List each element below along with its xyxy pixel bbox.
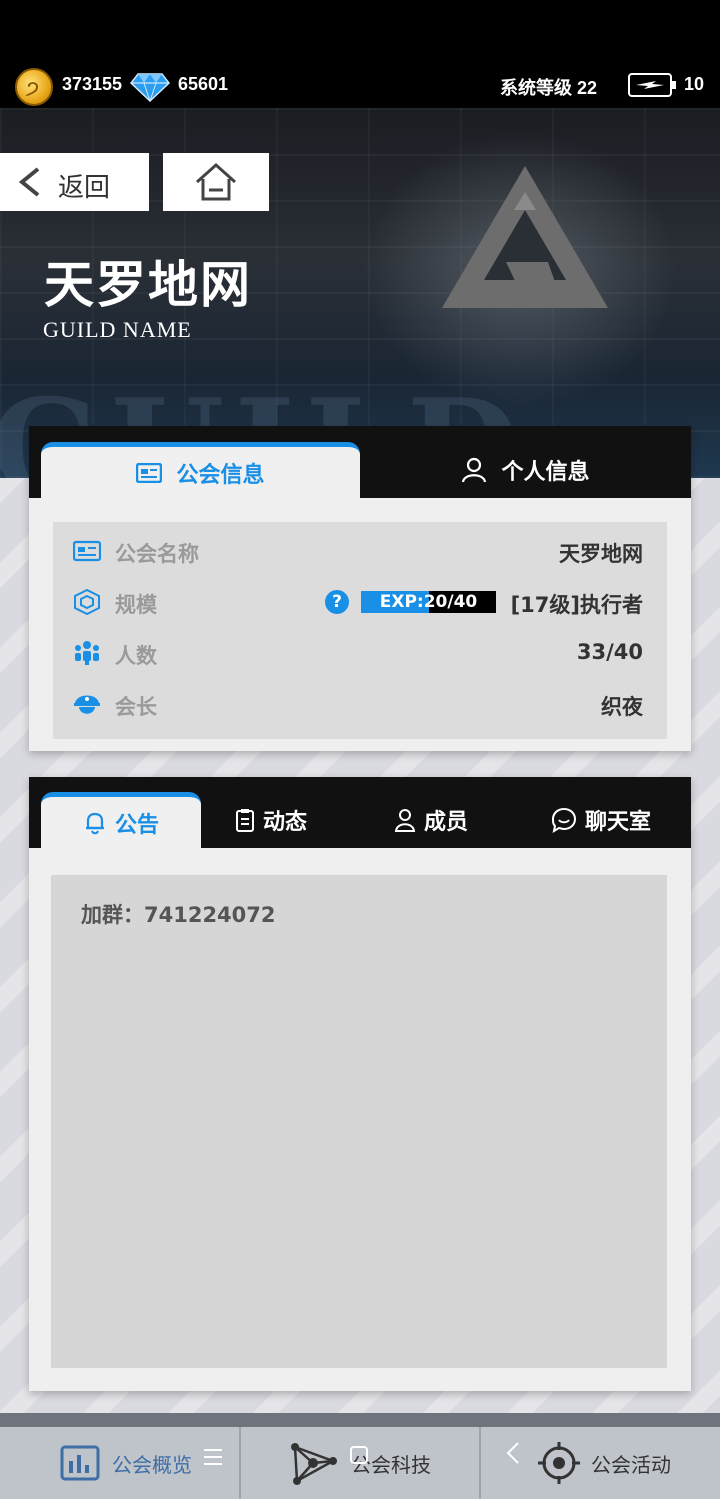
- back-button[interactable]: 返回: [0, 153, 149, 211]
- nav-guild-events-label: 公会活动: [591, 1452, 671, 1477]
- target-icon: [538, 1442, 580, 1484]
- guild-info-list: 公会名称 天罗地网 规模 ? EXP:20/40 [17级]执行者 人数 33/…: [53, 522, 667, 739]
- scale-key: 规模: [115, 593, 157, 617]
- tab-chat-room-label: 聊天室: [584, 810, 651, 835]
- info-row-scale: 规模 ? EXP:20/40 [17级]执行者: [53, 577, 667, 627]
- tab-guild-info[interactable]: 公会信息: [41, 442, 360, 498]
- tab-personal-info-label: 个人信息: [501, 460, 590, 485]
- tab-activity[interactable]: 动态: [201, 792, 341, 848]
- tab-announcement[interactable]: 公告: [41, 792, 201, 848]
- coin-icon: ੭: [15, 68, 53, 106]
- home-square-icon: [350, 1446, 368, 1464]
- chat-bubble-icon: [551, 807, 576, 833]
- tab-members[interactable]: 成员: [361, 792, 501, 848]
- exp-progress-bar: EXP:20/40: [361, 591, 496, 613]
- gem-count: 65601: [178, 74, 229, 94]
- person-icon: [394, 809, 416, 832]
- menu-icon: [204, 1449, 222, 1465]
- system-level: 系统等级 22: [500, 78, 598, 98]
- nav-guild-overview[interactable]: 公会概览: [0, 1427, 239, 1499]
- bell-icon: [85, 812, 104, 834]
- back-button-label: 返回: [58, 173, 111, 203]
- cube-icon: [74, 589, 100, 615]
- people-icon: [75, 641, 99, 665]
- guild-name-value: 天罗地网: [559, 542, 643, 566]
- home-icon: [195, 163, 237, 201]
- id-card-icon: [73, 540, 101, 562]
- diamond-icon: [130, 73, 170, 102]
- resource-bar: ੭ 373155 65601 系统等级 22 10: [0, 64, 720, 108]
- notice-tab-bar: 公告 动态 成员 聊天室: [29, 777, 691, 848]
- network-icon: [291, 1443, 337, 1485]
- back-chevron-icon: [506, 1442, 519, 1464]
- chart-icon: [60, 1445, 100, 1481]
- home-button[interactable]: [163, 153, 269, 211]
- exp-progress-text: EXP:20/40: [379, 592, 478, 612]
- coin-count: 373155: [62, 74, 123, 94]
- nav-guild-tech[interactable]: 公会科技: [241, 1427, 479, 1499]
- leader-cap-icon: [74, 695, 100, 714]
- clipboard-icon: [235, 809, 254, 832]
- guild-notice-card: 公告 动态 成员 聊天室 加群：741224072: [29, 777, 691, 1391]
- guild-subtitle: GUILD NAME: [43, 317, 192, 342]
- nav-guild-events[interactable]: 公会活动: [481, 1427, 720, 1499]
- info-row-leader: 会长 织夜: [53, 679, 667, 729]
- leader-value: 织夜: [601, 695, 643, 719]
- tab-chat-room[interactable]: 聊天室: [521, 792, 681, 848]
- members-value: 33/40: [576, 640, 643, 664]
- help-icon[interactable]: ?: [325, 590, 349, 614]
- info-row-members: 人数 33/40: [53, 628, 667, 678]
- guild-title: 天罗地网: [44, 255, 252, 314]
- guild-emblem-icon: [442, 166, 608, 308]
- info-row-guild-name: 公会名称 天罗地网: [53, 526, 667, 576]
- energy-count: 10: [684, 74, 705, 94]
- energy-battery-icon: [628, 73, 676, 97]
- tab-guild-info-label: 公会信息: [176, 462, 265, 488]
- guild-rank-value: [17级]执行者: [510, 593, 643, 617]
- announcement-text: 加群：741224072: [81, 903, 276, 927]
- announcement-panel: 加群：741224072: [51, 875, 667, 1368]
- bottom-navigation: 公会概览 公会科技 公会活动: [0, 1413, 720, 1499]
- tab-activity-label: 动态: [262, 810, 307, 835]
- person-icon: [462, 457, 487, 483]
- tab-announcement-label: 公告: [114, 812, 159, 838]
- nav-guild-overview-label: 公会概览: [112, 1452, 192, 1477]
- tab-members-label: 成员: [423, 810, 468, 835]
- info-tab-bar: 公会信息 个人信息: [29, 426, 691, 498]
- chevron-left-icon: [18, 167, 40, 197]
- guild-name-key: 公会名称: [115, 542, 199, 566]
- leader-key: 会长: [115, 695, 157, 719]
- guild-info-card: 公会信息 个人信息 公会名称 天罗地网 规模 ? EXP:20/40 [17级]…: [29, 426, 691, 751]
- id-card-icon: [136, 462, 163, 483]
- tab-personal-info[interactable]: 个人信息: [360, 442, 691, 498]
- members-key: 人数: [115, 644, 157, 668]
